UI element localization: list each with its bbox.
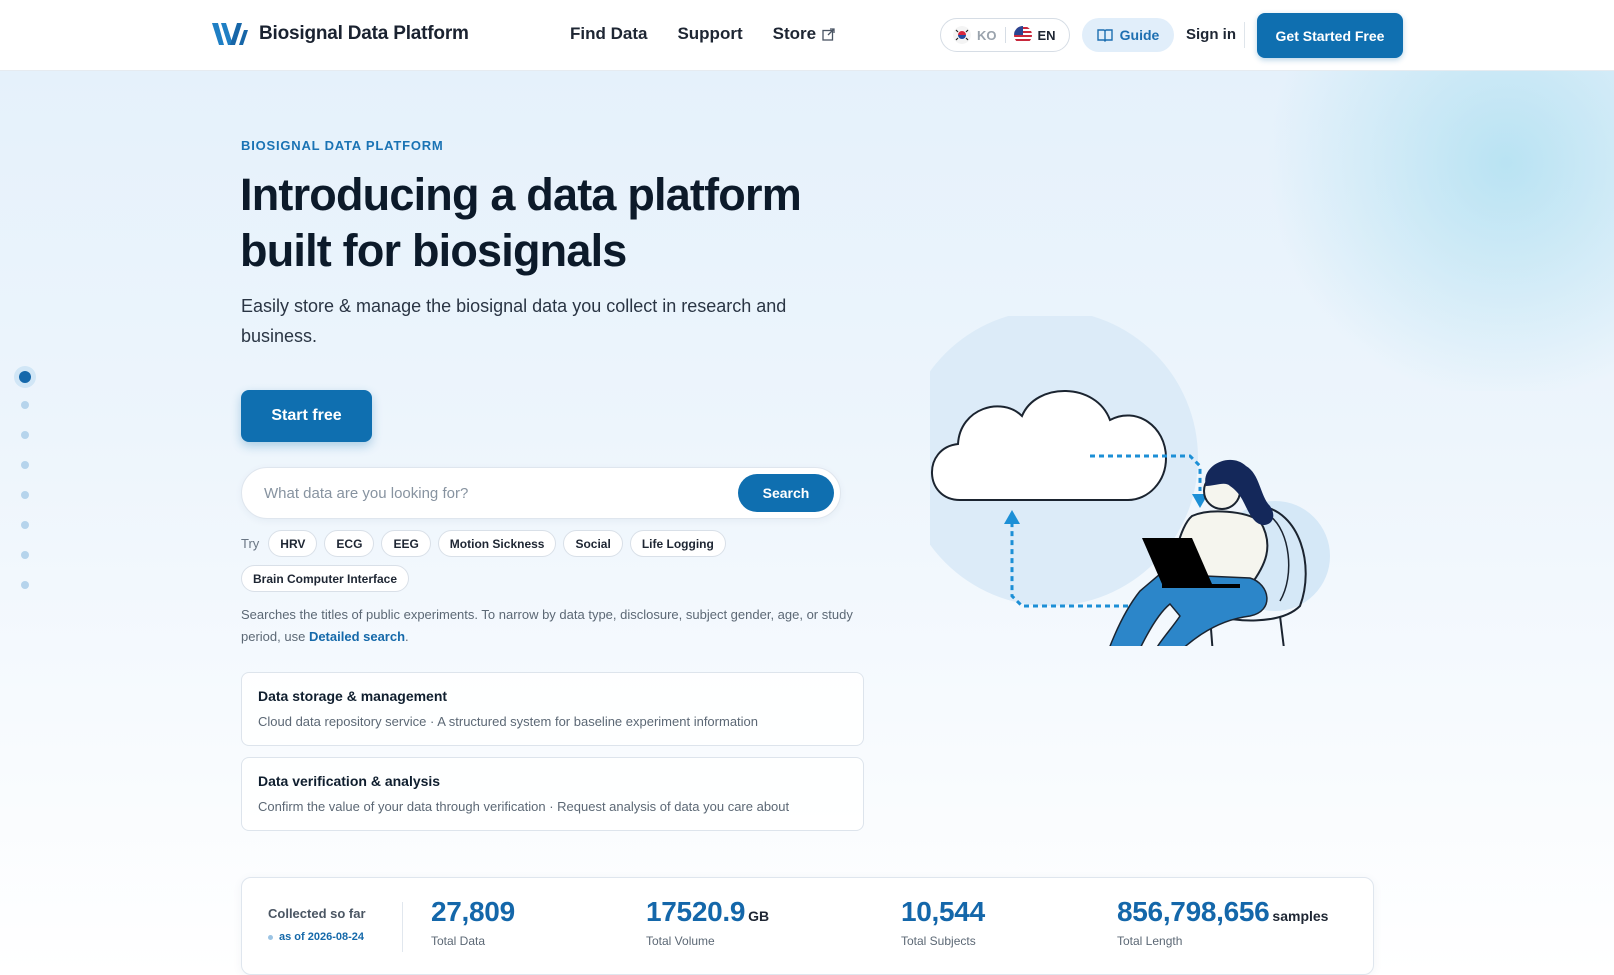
pager-dot[interactable] [21,521,29,529]
stats-separator [402,902,403,952]
collected-label: Collected so far [268,906,366,921]
nav-find-data[interactable]: Find Data [570,24,647,44]
as-of-date: as of 2026-08-24 [268,931,364,943]
main-nav: Find Data Support Store [570,24,835,44]
start-free-button[interactable]: Start free [241,390,372,442]
chip-bci[interactable]: Brain Computer Interface [241,565,410,592]
stat-value: 17520.9 [646,896,746,927]
pager-dot[interactable] [21,461,29,469]
chip-ecg[interactable]: ECG [324,530,375,557]
stat-unit: GB [748,908,770,924]
chip-motion-sickness[interactable]: Motion Sickness [437,530,557,557]
language-toggle: KO EN [940,18,1070,52]
stat-label: Total Volume [646,934,715,948]
stat-total-length: 856,798,656 samples Total Length [1117,896,1328,948]
search-input[interactable] [264,468,714,518]
suggestion-chips: Try HRV ECG EEG Motion Sickness Social L… [241,530,851,592]
nav-store[interactable]: Store [773,24,835,44]
hero-illustration [930,316,1330,646]
stat-label: Total Subjects [901,934,976,948]
feature-card-verification[interactable]: Data verification & analysis Confirm the… [241,757,864,831]
hint-end: . [405,629,409,644]
feature-desc: Cloud data repository service · A struct… [258,714,759,729]
lang-ko-label: KO [977,27,997,43]
stat-unit: samples [1272,908,1329,924]
pager-dot[interactable] [21,401,29,409]
feature-desc: Confirm the value of your data through v… [258,799,790,814]
feature-title: Data verification & analysis [258,773,441,789]
headline-line-2: built for biosignals [240,225,627,276]
get-started-button[interactable]: Get Started Free [1257,13,1403,58]
logo-mark-icon [212,23,248,45]
stat-value: 27,809 [431,896,515,927]
korea-flag-icon [953,26,971,44]
sign-in-link[interactable]: Sign in [1186,26,1236,43]
nav-find-data-label: Find Data [570,24,648,43]
stat-value: 10,544 [901,896,985,927]
lang-ko-option[interactable]: KO [953,26,997,44]
stats-card: Collected so far as of 2026-08-24 27,809… [241,877,1374,975]
logo-text: Biosignal Data Platform [259,23,469,44]
feature-card-storage[interactable]: Data storage & management Cloud data rep… [241,672,864,746]
lang-en-label: EN [1037,27,1056,43]
chip-life-logging[interactable]: Life Logging [629,530,726,557]
stat-total-subjects: 10,544 Total Subjects [901,896,988,948]
nav-support[interactable]: Support [677,24,742,44]
hero-section: BIOSIGNAL DATA PLATFORM Introducing a da… [0,71,1614,975]
pager-dot[interactable] [21,491,29,499]
search-hint: Searches the titles of public experiment… [241,604,871,648]
stat-label: Total Data [431,934,486,948]
pager-dot[interactable] [19,371,31,383]
as-of-dot [268,934,273,940]
stat-total-data: 27,809 Total Data [431,896,518,948]
pager-dot[interactable] [21,551,29,559]
headline-line-1: Introducing a data platform [240,169,802,220]
lang-en-option[interactable]: EN [1013,26,1056,44]
search-button[interactable]: Search [738,474,834,512]
book-icon [1096,29,1113,42]
section-pager [13,371,37,611]
hero-headline: Introducing a data platform built for bi… [240,167,880,279]
header-separator [1244,22,1245,48]
top-header: Biosignal Data Platform Find Data Suppor… [0,0,1614,71]
external-link-icon [822,27,835,41]
pager-dot[interactable] [21,431,29,439]
guide-label: Guide [1119,27,1160,43]
hero-eyebrow: BIOSIGNAL DATA PLATFORM [241,138,444,153]
guide-button[interactable]: Guide [1082,18,1174,52]
chip-eeg[interactable]: EEG [381,530,431,557]
logo[interactable]: Biosignal Data Platform [211,20,469,48]
hero-subhead: Easily store & manage the biosignal data… [241,296,787,346]
nav-store-label: Store [772,24,817,43]
chip-social[interactable]: Social [563,530,623,557]
pager-dot[interactable] [21,581,29,589]
as-of-text: as of 2026-08-24 [279,931,364,943]
stat-total-volume: 17520.9 GB Total Volume [646,896,769,948]
detailed-search-link[interactable]: Detailed search [309,629,405,644]
nav-support-label: Support [677,24,743,43]
feature-title: Data storage & management [258,688,448,704]
us-flag-icon [1013,26,1032,44]
search-box: Search [241,467,841,519]
laptop-base [1162,584,1240,588]
stat-value: 856,798,656 [1117,896,1270,927]
chip-hrv[interactable]: HRV [268,530,318,557]
try-label: Try [241,536,260,551]
lang-separator [1004,27,1006,43]
stat-label: Total Length [1117,934,1183,948]
